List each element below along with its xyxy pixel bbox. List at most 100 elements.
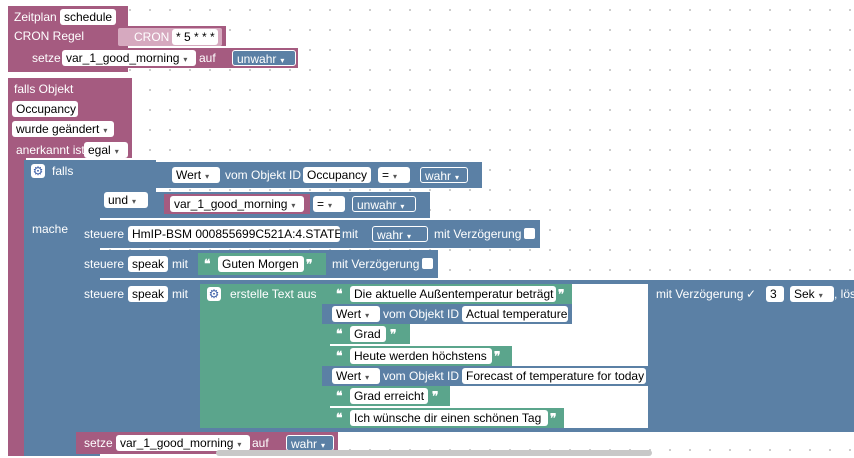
chevron-down-icon: ▾ <box>407 232 412 241</box>
eq-dropdown-2[interactable]: = ▾ <box>313 196 345 212</box>
trigger-changed-dropdown[interactable]: wurde geändert ▾ <box>12 121 114 137</box>
chevron-down-icon: ▾ <box>237 440 242 449</box>
close-quote-icon: ❞ <box>558 287 565 301</box>
eq-text: = <box>382 168 390 182</box>
close-quote-icon: ❞ <box>306 257 313 271</box>
condition-var-dropdown[interactable]: var_1_good_morning ▾ <box>170 196 304 212</box>
chevron-down-icon: ▾ <box>114 147 119 156</box>
false-dropdown[interactable]: unwahr ▾ <box>352 196 416 212</box>
close-quote-icon: ❞ <box>550 411 557 425</box>
trigger-label: falls Objekt <box>14 82 74 96</box>
close-quote-icon: ❞ <box>494 349 501 363</box>
and-text: und <box>108 193 129 207</box>
object-id-field[interactable]: Forecast of temperature for today <box>462 368 646 384</box>
open-quote-icon: ❝ <box>336 411 343 425</box>
var-name: var_1_good_morning <box>174 197 288 211</box>
horizontal-scrollbar[interactable] <box>216 450 652 456</box>
text-part-field[interactable]: Ich wünsche dir einen schönen Tag <box>350 410 548 426</box>
schedule-name-field[interactable]: schedule <box>60 9 116 25</box>
and-dropdown[interactable]: und ▾ <box>104 192 148 208</box>
of-object-label: vom Objekt ID <box>225 168 302 182</box>
control1-value-dropdown[interactable]: wahr ▾ <box>372 226 428 242</box>
eq-text: = <box>317 197 325 211</box>
control3-target-field[interactable]: speak <box>128 286 168 302</box>
chevron-down-icon: ▾ <box>393 172 398 181</box>
chevron-down-icon: ▾ <box>455 173 460 182</box>
false-text: unwahr <box>357 198 397 212</box>
bool-value: unwahr <box>237 52 277 66</box>
wert-text: Wert <box>176 168 202 182</box>
text-part-field[interactable]: Grad <box>350 326 386 342</box>
if-label: falls <box>52 164 74 178</box>
delay-label: mit Verzögerung <box>434 227 522 241</box>
create-text-block[interactable] <box>200 284 330 428</box>
var-name: var_1_good_morning <box>120 436 234 450</box>
trigger-object-field[interactable]: Occupancy <box>12 101 78 117</box>
control1-target-field[interactable]: HmIP-BSM 000855699C521A:4.STATE <box>128 226 340 242</box>
condition-object-field[interactable]: Occupancy <box>303 167 371 183</box>
delay-unit-dropdown[interactable]: Sek ▾ <box>790 286 834 302</box>
value-text: wahr <box>377 228 404 242</box>
text-part-field[interactable]: Die aktuelle Außentemperatur beträgt <box>350 286 556 302</box>
open-quote-icon: ❝ <box>336 287 343 301</box>
wert-dropdown[interactable]: Wert ▾ <box>332 368 380 384</box>
chevron-down-icon: ▾ <box>280 56 285 65</box>
final-value-dropdown[interactable]: wahr ▾ <box>286 435 334 451</box>
text-part-field[interactable]: Grad erreicht <box>350 388 428 404</box>
schedule-value-dropdown[interactable]: unwahr ▾ <box>232 50 296 66</box>
wert-dropdown[interactable]: Wert ▾ <box>172 167 220 183</box>
text-part-field[interactable]: Heute werden höchstens <box>350 348 492 364</box>
set-label: setze <box>32 51 61 65</box>
unit-text: Sek <box>794 287 815 301</box>
gear-icon[interactable]: ⚙ <box>31 164 45 178</box>
chevron-down-icon: ▾ <box>183 55 188 64</box>
object-id-field[interactable]: Actual temperature <box>462 306 568 322</box>
wert-dropdown[interactable]: Wert ▾ <box>332 306 380 322</box>
schedule-label: Zeitplan <box>14 10 57 24</box>
value-text: wahr <box>291 437 318 451</box>
open-quote-icon: ❝ <box>336 349 343 363</box>
wert-text: Wert <box>336 369 362 383</box>
control2-target-field[interactable]: speak <box>128 256 168 272</box>
clear-label: , lösc <box>834 287 854 301</box>
wert-text: Wert <box>336 307 362 321</box>
check-icon[interactable]: ✓ <box>746 286 756 302</box>
of-object-label: vom Objekt ID <box>383 369 460 383</box>
set-label: setze <box>84 436 113 450</box>
delay-value-field[interactable]: 3 <box>766 286 784 302</box>
chevron-down-icon: ▾ <box>321 441 326 450</box>
cron-rule-label: CRON Regel <box>14 29 85 43</box>
delay-checkbox[interactable] <box>524 228 535 239</box>
control-label: steuere <box>84 227 125 241</box>
schedule-var-dropdown[interactable]: var_1_good_morning ▾ <box>62 50 196 66</box>
chevron-down-icon: ▾ <box>205 172 210 181</box>
var-name: var_1_good_morning <box>66 51 180 65</box>
open-quote-icon: ❝ <box>336 389 343 403</box>
close-quote-icon: ❞ <box>432 389 439 403</box>
text-literal-field[interactable]: Guten Morgen <box>218 256 304 272</box>
true-dropdown[interactable]: wahr ▾ <box>420 167 468 183</box>
eq-dropdown[interactable]: = ▾ <box>378 167 410 183</box>
with-label: mit <box>172 287 188 301</box>
delay-checkbox[interactable] <box>422 258 433 269</box>
cron-value-field[interactable]: * 5 * * * <box>172 29 218 45</box>
of-object-label: vom Objekt ID <box>383 307 460 321</box>
changed-text: wurde geändert <box>16 122 100 136</box>
close-quote-icon: ❞ <box>390 327 397 341</box>
chevron-down-icon: ▾ <box>291 201 296 210</box>
ack-dropdown[interactable]: egal ▾ <box>84 142 128 158</box>
chevron-down-icon: ▾ <box>103 126 108 135</box>
final-var-dropdown[interactable]: var_1_good_morning ▾ <box>116 435 250 451</box>
chevron-down-icon: ▾ <box>328 201 333 210</box>
chevron-down-icon: ▾ <box>132 197 137 206</box>
with-label: mit <box>172 257 188 271</box>
chevron-down-icon: ▾ <box>818 291 823 300</box>
if-header-bar <box>100 160 156 218</box>
chevron-down-icon: ▾ <box>365 311 370 320</box>
ack-value: egal <box>88 143 111 157</box>
gear-icon[interactable]: ⚙ <box>207 287 221 301</box>
delay-label: mit Verzögerung <box>656 287 744 301</box>
with-label: mit <box>342 227 358 241</box>
delay-label: mit Verzögerung <box>332 257 420 271</box>
cron-tag: CRON <box>134 30 170 44</box>
